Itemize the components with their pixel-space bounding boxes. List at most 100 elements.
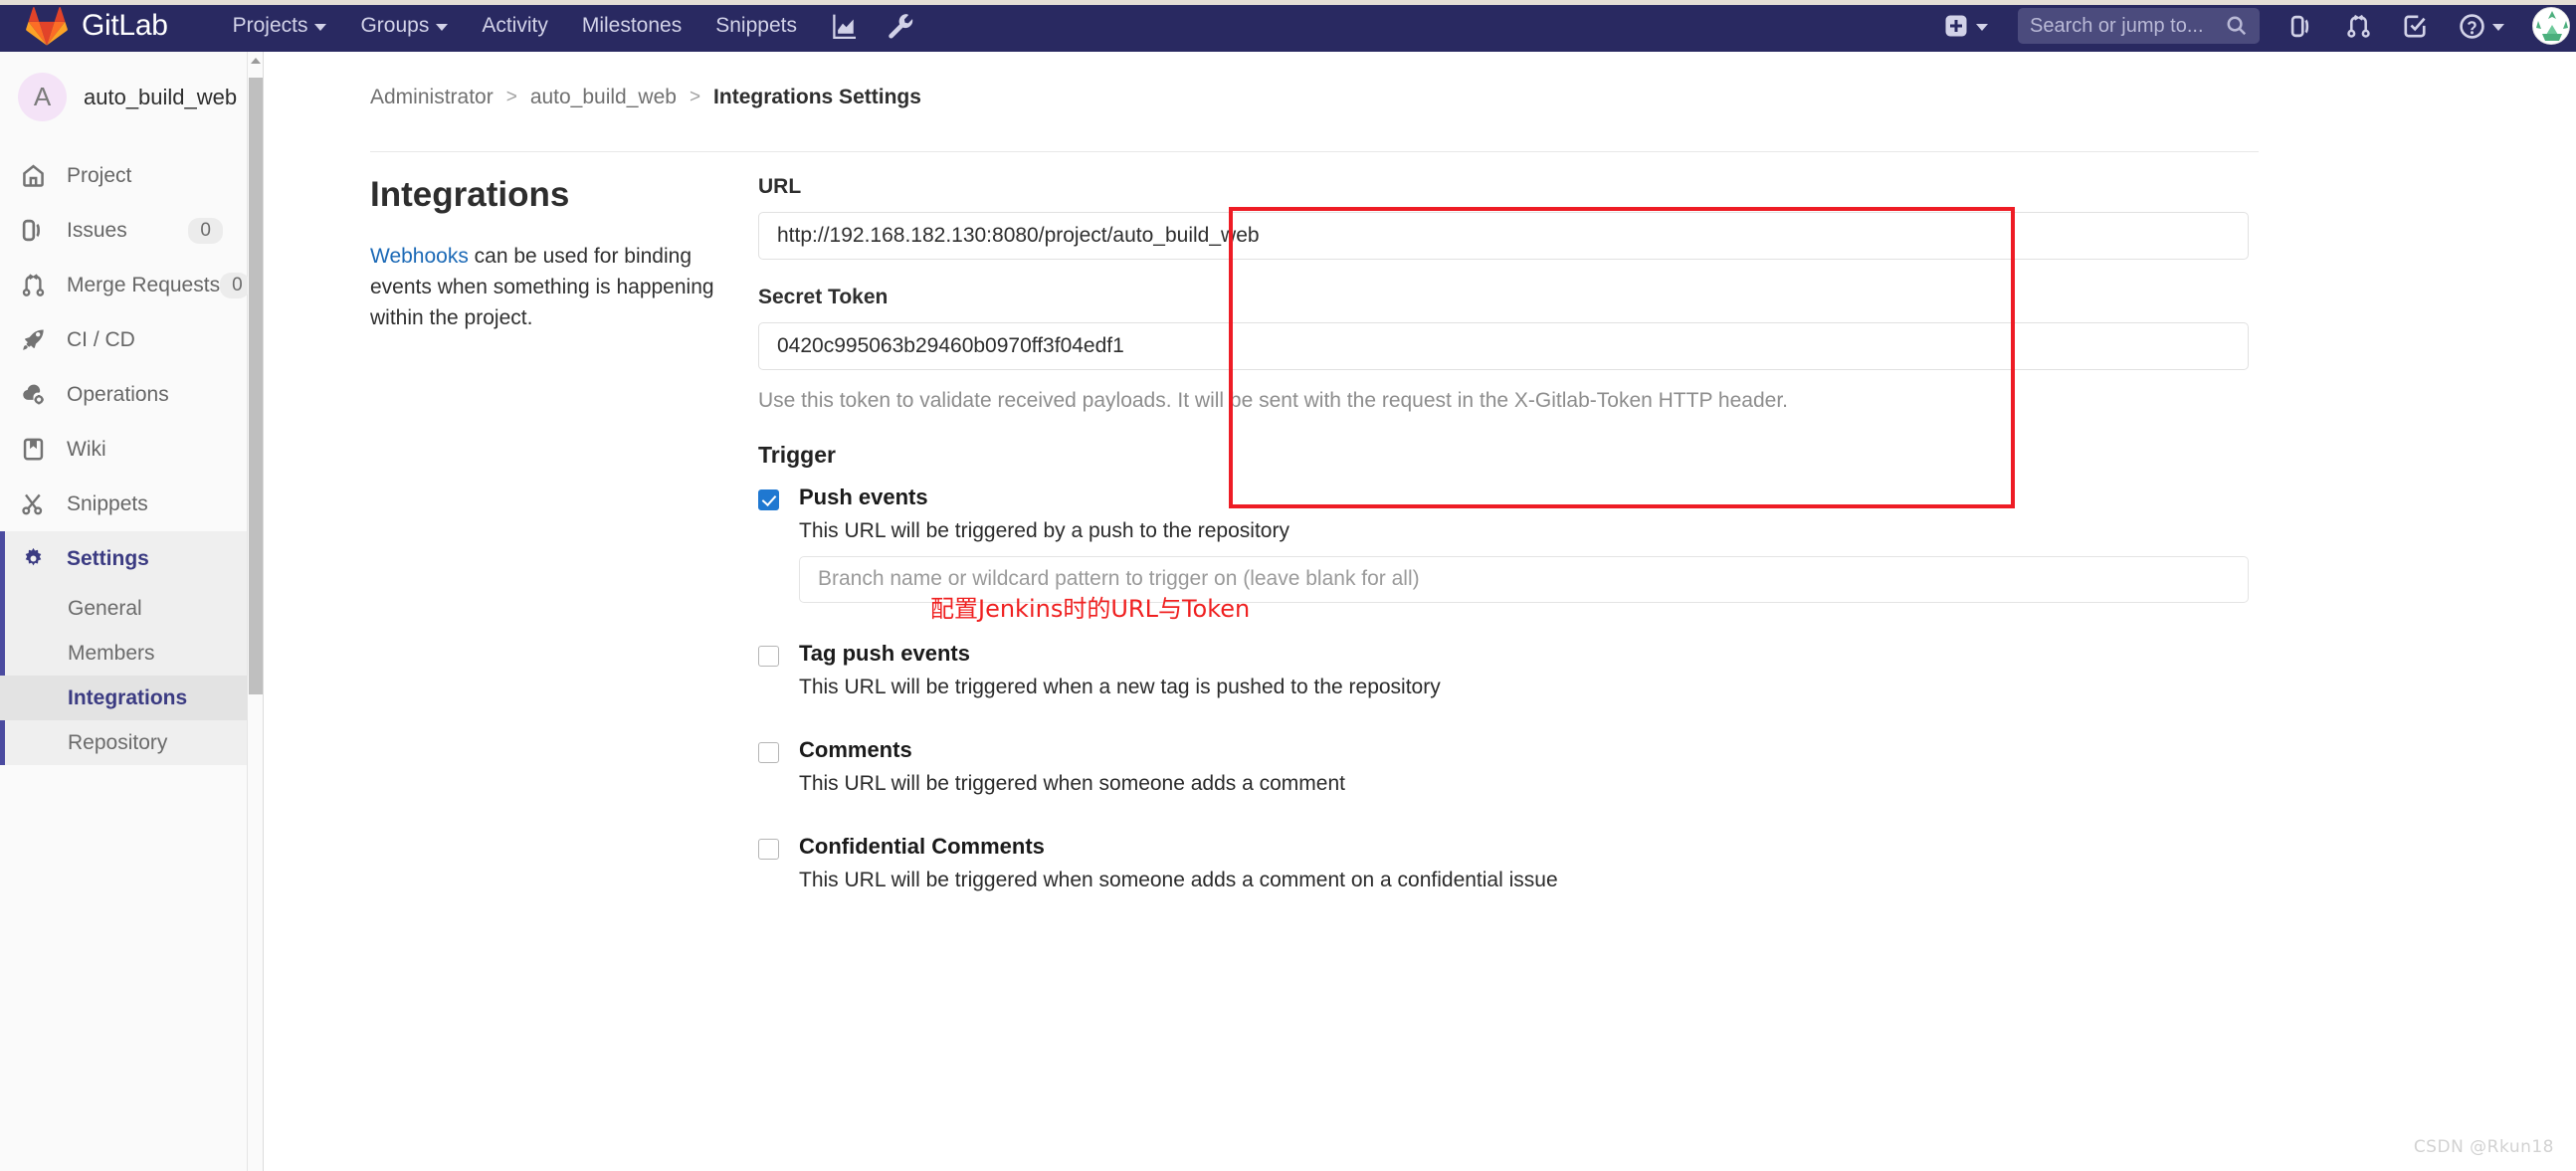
url-field-label: URL	[758, 175, 802, 198]
merge-request-icon	[21, 273, 51, 297]
project-sidebar: A auto_build_web Project Issues 0 Merge …	[0, 52, 251, 1171]
sidebar-subitem-repository-label: Repository	[68, 730, 168, 754]
confidential-comments-description: This URL will be triggered when someone …	[799, 868, 1558, 891]
sidebar-item-issues[interactable]: Issues 0	[0, 203, 247, 258]
sidebar-item-issues-badge: 0	[188, 217, 223, 244]
search-icon	[2227, 16, 2247, 36]
scroll-up-arrow-icon[interactable]	[251, 58, 261, 64]
breadcrumb-project[interactable]: auto_build_web	[530, 86, 677, 109]
sidebar-scrollbar[interactable]	[248, 52, 264, 1171]
project-name: auto_build_web	[84, 84, 238, 109]
top-nav-milestones-label: Milestones	[581, 14, 683, 37]
sidebar-item-snippets[interactable]: Snippets	[0, 477, 247, 531]
sidebar-subitem-integrations[interactable]: Integrations	[0, 676, 247, 720]
chevron-down-icon	[436, 24, 449, 31]
webhooks-link[interactable]: Webhooks	[370, 245, 469, 268]
gitlab-logo-link[interactable]: GitLab	[26, 6, 168, 46]
sidebar-item-operations-label: Operations	[67, 382, 169, 406]
gitlab-tanuki-icon	[26, 7, 68, 46]
snippets-scissors-icon	[21, 491, 51, 516]
integrations-section: Integrations Webhooks can be used for bi…	[370, 175, 2519, 892]
tag-push-events-checkbox[interactable]	[758, 645, 779, 667]
search-placeholder: Search or jump to...	[2030, 14, 2204, 37]
trigger-confidential-comments-row: Confidential Comments This URL will be t…	[758, 834, 2251, 892]
main-content: Administrator > auto_build_web > Integra…	[265, 52, 2576, 1171]
top-nav-projects[interactable]: Projects	[216, 0, 344, 52]
sidebar-item-settings-label: Settings	[67, 546, 149, 570]
secret-token-input[interactable]: 0420c995063b29460b0970ff3f04edf1	[758, 322, 2249, 370]
chevron-down-icon	[2492, 24, 2504, 31]
breadcrumb: Administrator > auto_build_web > Integra…	[265, 52, 2576, 109]
breadcrumb-current-page: Integrations Settings	[713, 86, 921, 108]
secret-token-field-label: Secret Token	[758, 286, 889, 308]
push-events-checkbox[interactable]	[758, 488, 779, 510]
confidential-comments-label: Confidential Comments	[799, 833, 1045, 859]
issues-icon[interactable]	[2274, 0, 2330, 52]
breadcrumb-separator-icon: >	[505, 87, 517, 107]
wrench-icon[interactable]	[872, 0, 929, 52]
gitlab-brand-text: GitLab	[82, 9, 168, 42]
sidebar-item-settings[interactable]: Settings	[0, 531, 247, 586]
trigger-section-title: Trigger	[758, 441, 836, 468]
push-events-description: This URL will be triggered by a push to …	[799, 518, 1289, 542]
sidebar-item-issues-label: Issues	[67, 218, 127, 242]
help-question-icon[interactable]	[2444, 0, 2520, 52]
tag-push-events-description: This URL will be triggered when a new ta…	[799, 675, 1441, 698]
merge-request-icon[interactable]	[2330, 0, 2387, 52]
sidebar-item-ci-cd[interactable]: CI / CD	[0, 312, 247, 367]
annotation-callout-text: 配置Jenkins时的URL与Token	[930, 595, 1251, 623]
sidebar-item-project-label: Project	[67, 163, 132, 187]
comments-label: Comments	[799, 736, 912, 762]
confidential-comments-checkbox[interactable]	[758, 838, 779, 860]
home-icon	[21, 163, 51, 188]
sidebar-item-merge-requests-badge: 0	[220, 272, 251, 298]
chevron-down-icon	[314, 24, 327, 31]
watermark: CSDN @Rkun18	[2413, 1137, 2554, 1157]
sidebar-nav-list: Project Issues 0 Merge Requests 0 CI / C…	[0, 142, 251, 765]
top-navigation-bar: GitLab Projects Groups Activity Mileston…	[0, 0, 2576, 52]
project-avatar: A	[18, 73, 67, 121]
trigger-push-events-row: Push events This URL will be triggered b…	[758, 485, 2251, 603]
sidebar-subitem-repository[interactable]: Repository	[0, 720, 247, 765]
url-input[interactable]: http://192.168.182.130:8080/project/auto…	[758, 212, 2249, 260]
sidebar-item-project[interactable]: Project	[0, 148, 247, 203]
chevron-down-icon	[1976, 24, 1988, 31]
top-nav-activity-label: Activity	[482, 14, 548, 37]
gear-icon	[21, 546, 51, 571]
top-nav-snippets[interactable]: Snippets	[698, 0, 814, 52]
breadcrumb-divider	[370, 151, 2259, 152]
top-nav-activity[interactable]: Activity	[465, 0, 565, 52]
top-nav-milestones[interactable]: Milestones	[565, 0, 698, 52]
integrations-description: Webhooks can be used for binding events …	[370, 241, 742, 333]
comments-description: This URL will be triggered when someone …	[799, 771, 1345, 795]
top-nav-snippets-label: Snippets	[715, 14, 797, 37]
sidebar-item-operations[interactable]: Operations	[0, 367, 247, 422]
scrollbar-thumb[interactable]	[249, 78, 263, 694]
sidebar-item-wiki[interactable]: Wiki	[0, 422, 247, 477]
book-icon	[21, 437, 51, 462]
comments-checkbox[interactable]	[758, 741, 779, 763]
sidebar-item-merge-requests[interactable]: Merge Requests 0	[0, 258, 251, 312]
avatar[interactable]	[2532, 7, 2570, 45]
sidebar-settings-group: Settings General Members Integrations Re…	[0, 531, 247, 765]
sidebar-subitem-members[interactable]: Members	[0, 631, 247, 676]
search-input[interactable]: Search or jump to...	[2018, 8, 2260, 44]
new-item-plus-button[interactable]	[1928, 0, 2004, 52]
top-nav-items: Projects Groups Activity Milestones Snip…	[216, 0, 929, 52]
analytics-chart-icon[interactable]	[814, 0, 872, 52]
webhook-form-column: URL http://192.168.182.130:8080/project/…	[758, 175, 2251, 892]
top-nav-groups-label: Groups	[360, 14, 430, 37]
secret-token-help-text: Use this token to validate received payl…	[758, 389, 1788, 412]
breadcrumb-separator-icon: >	[689, 87, 701, 107]
sidebar-subitem-general[interactable]: General	[0, 586, 247, 631]
top-nav-groups[interactable]: Groups	[343, 0, 465, 52]
sidebar-project-header[interactable]: A auto_build_web	[0, 52, 247, 142]
sidebar-subitem-integrations-label: Integrations	[68, 685, 188, 709]
sidebar-item-ci-cd-label: CI / CD	[67, 327, 135, 351]
sidebar-item-merge-requests-label: Merge Requests	[67, 273, 221, 296]
page-title: Integrations	[370, 175, 570, 214]
todos-check-icon[interactable]	[2387, 0, 2444, 52]
top-nav-projects-label: Projects	[232, 14, 308, 37]
breadcrumb-administrator[interactable]: Administrator	[370, 86, 494, 109]
issues-icon	[21, 218, 51, 243]
